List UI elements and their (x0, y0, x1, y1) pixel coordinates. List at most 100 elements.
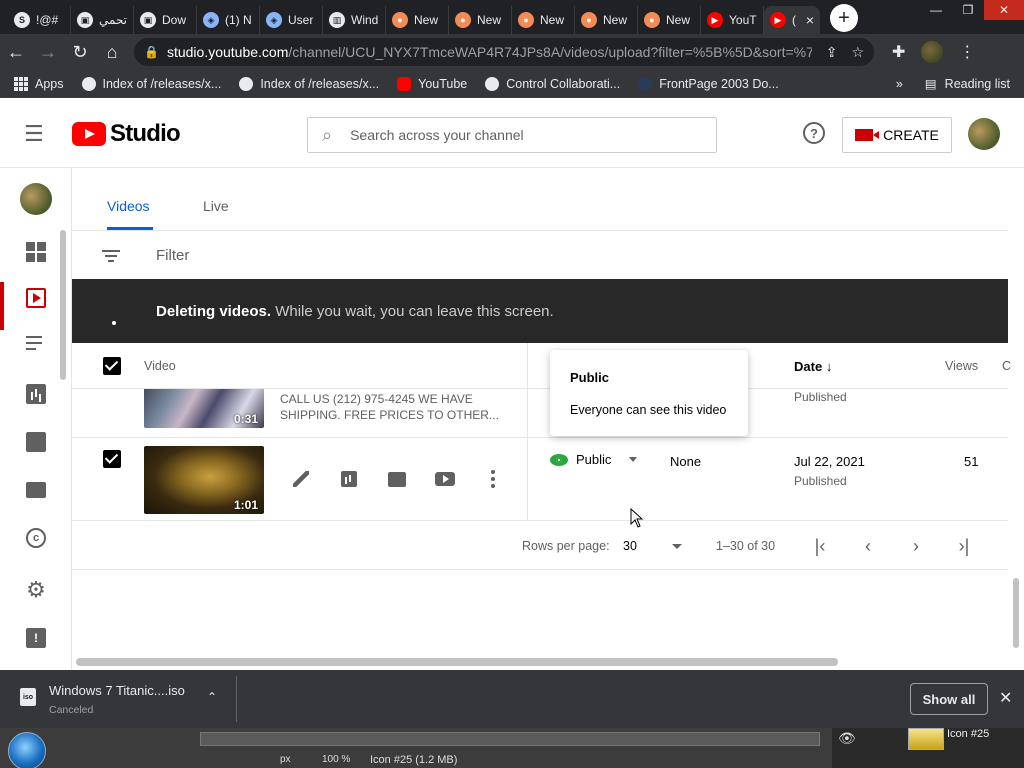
help-icon[interactable]: ? (803, 122, 825, 144)
toolbar-actions: ✚ ⋮ (892, 41, 975, 63)
prev-page-icon[interactable]: ‹ (856, 534, 880, 558)
reading-list-button[interactable]: Reading list (945, 77, 1010, 91)
minimize-button[interactable]: — (920, 0, 952, 20)
bookmark-apps[interactable]: Apps (14, 76, 64, 91)
horizontal-scrollbar[interactable] (76, 658, 838, 666)
restore-button[interactable]: ❐ (952, 0, 984, 20)
header-views[interactable]: Views (945, 359, 978, 373)
zoom-select[interactable]: 100 % (322, 754, 350, 765)
browser-tab[interactable]: ◈ (1) N (197, 6, 260, 34)
rail-scrollbar[interactable] (60, 230, 66, 380)
tab-active[interactable]: ▶ ( × (764, 6, 820, 34)
bookmark-youtube[interactable]: YouTube (397, 76, 467, 91)
download-shelf: iso Windows 7 Titanic....iso Canceled ⌃ … (0, 670, 1024, 728)
back-button[interactable]: ← (0, 36, 32, 68)
views-value: 51 (964, 454, 979, 469)
tab-live[interactable]: Live (203, 198, 229, 214)
analytics-icon[interactable] (338, 468, 360, 490)
download-status: Canceled (49, 704, 94, 716)
bookmark-index-2[interactable]: Index of /releases/x... (239, 76, 379, 91)
more-options-icon[interactable] (482, 468, 504, 490)
row-checkbox[interactable] (103, 450, 121, 468)
rows-per-page-caret-icon[interactable] (672, 544, 682, 549)
table-row[interactable]: 0:31 CALL US (212) 975-4245 WE HAVE SHIP… (72, 389, 1008, 438)
visibility-tooltip: Public Everyone can see this video (550, 350, 748, 436)
close-shelf-icon[interactable]: ✕ (999, 688, 1012, 708)
browser-tab[interactable]: ▶ YouT (701, 6, 764, 34)
nav-copyright[interactable]: c (0, 514, 72, 562)
globe-icon (485, 76, 500, 91)
hamburger-menu-icon[interactable]: ☰ (24, 121, 60, 147)
download-filename[interactable]: Windows 7 Titanic....iso (49, 683, 185, 698)
bookmark-star-icon[interactable]: ☆ (851, 44, 864, 61)
channel-avatar[interactable] (20, 183, 52, 215)
content-video-icon (26, 288, 46, 308)
header-date[interactable]: Date ↓ (794, 359, 832, 374)
comments-icon[interactable] (386, 468, 408, 490)
tab-videos[interactable]: Videos (107, 198, 150, 214)
tab-favicon-icon: ▣ (77, 12, 93, 28)
browser-tab[interactable]: ▣ تحمي (71, 6, 134, 34)
filter-label[interactable]: Filter (156, 247, 189, 264)
bookmark-control-collab[interactable]: Control Collaborati... (485, 76, 620, 91)
filter-icon[interactable] (102, 247, 120, 265)
show-all-button[interactable]: Show all (910, 683, 988, 715)
visibility-eye-icon[interactable]: 👁 (838, 730, 856, 747)
table-row[interactable]: 1:01 Public None Jul 22, 2021 Published … (72, 438, 1008, 521)
edit-pencil-icon[interactable] (290, 468, 312, 490)
home-button[interactable]: ⌂ (96, 36, 128, 68)
next-page-icon[interactable]: › (904, 534, 928, 558)
rows-per-page-select[interactable]: 30 (623, 539, 637, 553)
browser-tab[interactable]: S !@# (8, 6, 71, 34)
channel-search[interactable]: ⌕ (307, 117, 717, 153)
address-bar[interactable]: 🔒 studio.youtube.com/channel/UCU_NYX7Tmc… (134, 38, 874, 66)
nav-comments[interactable] (0, 418, 72, 466)
video-thumbnail[interactable]: 1:01 (144, 446, 264, 514)
create-button[interactable]: CREATE (842, 117, 952, 153)
bookmark-index-1[interactable]: Index of /releases/x... (81, 76, 221, 91)
browser-tab[interactable]: ▣ Dow (134, 6, 197, 34)
tab-title: New (540, 13, 565, 27)
reload-button[interactable]: ↻ (64, 36, 96, 68)
browser-tab[interactable]: ● New (386, 6, 449, 34)
browser-tab[interactable]: ● New (449, 6, 512, 34)
video-thumbnail[interactable]: 0:31 (144, 389, 264, 428)
studio-logo[interactable]: Studio (72, 120, 181, 148)
extensions-puzzle-icon[interactable]: ✚ (892, 42, 905, 62)
nav-feedback[interactable]: ! (0, 614, 72, 662)
forward-button[interactable]: → (32, 36, 64, 68)
browser-tab[interactable]: ● New (512, 6, 575, 34)
account-avatar[interactable] (968, 118, 1000, 150)
reading-list-icon[interactable]: ▤ (925, 76, 937, 91)
bookmark-frontpage[interactable]: FrontPage 2003 Do... (638, 76, 779, 91)
subtitles-icon (26, 482, 46, 498)
search-input[interactable] (350, 127, 671, 143)
browser-tab[interactable]: ● New (575, 6, 638, 34)
spinner-icon (112, 321, 116, 325)
windows-start-orb-icon[interactable] (8, 732, 46, 768)
youtube-play-logo-icon (72, 121, 106, 146)
header-comments[interactable]: C (1002, 359, 1011, 373)
more-bookmarks-chevron-icon[interactable]: » (896, 77, 903, 91)
last-page-icon[interactable]: ›| (952, 534, 976, 558)
first-page-icon[interactable]: |‹ (808, 534, 832, 558)
view-on-youtube-icon[interactable] (434, 468, 456, 490)
vertical-scrollbar[interactable] (1013, 578, 1019, 648)
share-icon[interactable]: ⇪ (826, 44, 838, 61)
nav-subtitles[interactable] (0, 466, 72, 514)
select-all-checkbox[interactable] (103, 357, 121, 375)
profile-avatar[interactable] (921, 41, 944, 63)
visibility-dropdown[interactable]: Public (550, 452, 638, 467)
browser-tab[interactable]: ▥ Wind (323, 6, 386, 34)
close-tab-icon[interactable]: × (806, 12, 814, 28)
new-tab-button[interactable]: + (830, 4, 858, 32)
unit-select[interactable]: px (280, 754, 291, 765)
tab-favicon-icon: S (14, 12, 30, 28)
filter-bar[interactable]: Filter (72, 232, 1008, 279)
browser-tab[interactable]: ◈ User (260, 6, 323, 34)
browser-menu-icon[interactable]: ⋮ (959, 42, 975, 62)
nav-settings[interactable]: ⚙ (0, 566, 72, 614)
download-options-chevron-icon[interactable]: ⌃ (207, 690, 217, 704)
close-window-button[interactable]: ✕ (984, 0, 1024, 20)
browser-tab[interactable]: ● New (638, 6, 701, 34)
